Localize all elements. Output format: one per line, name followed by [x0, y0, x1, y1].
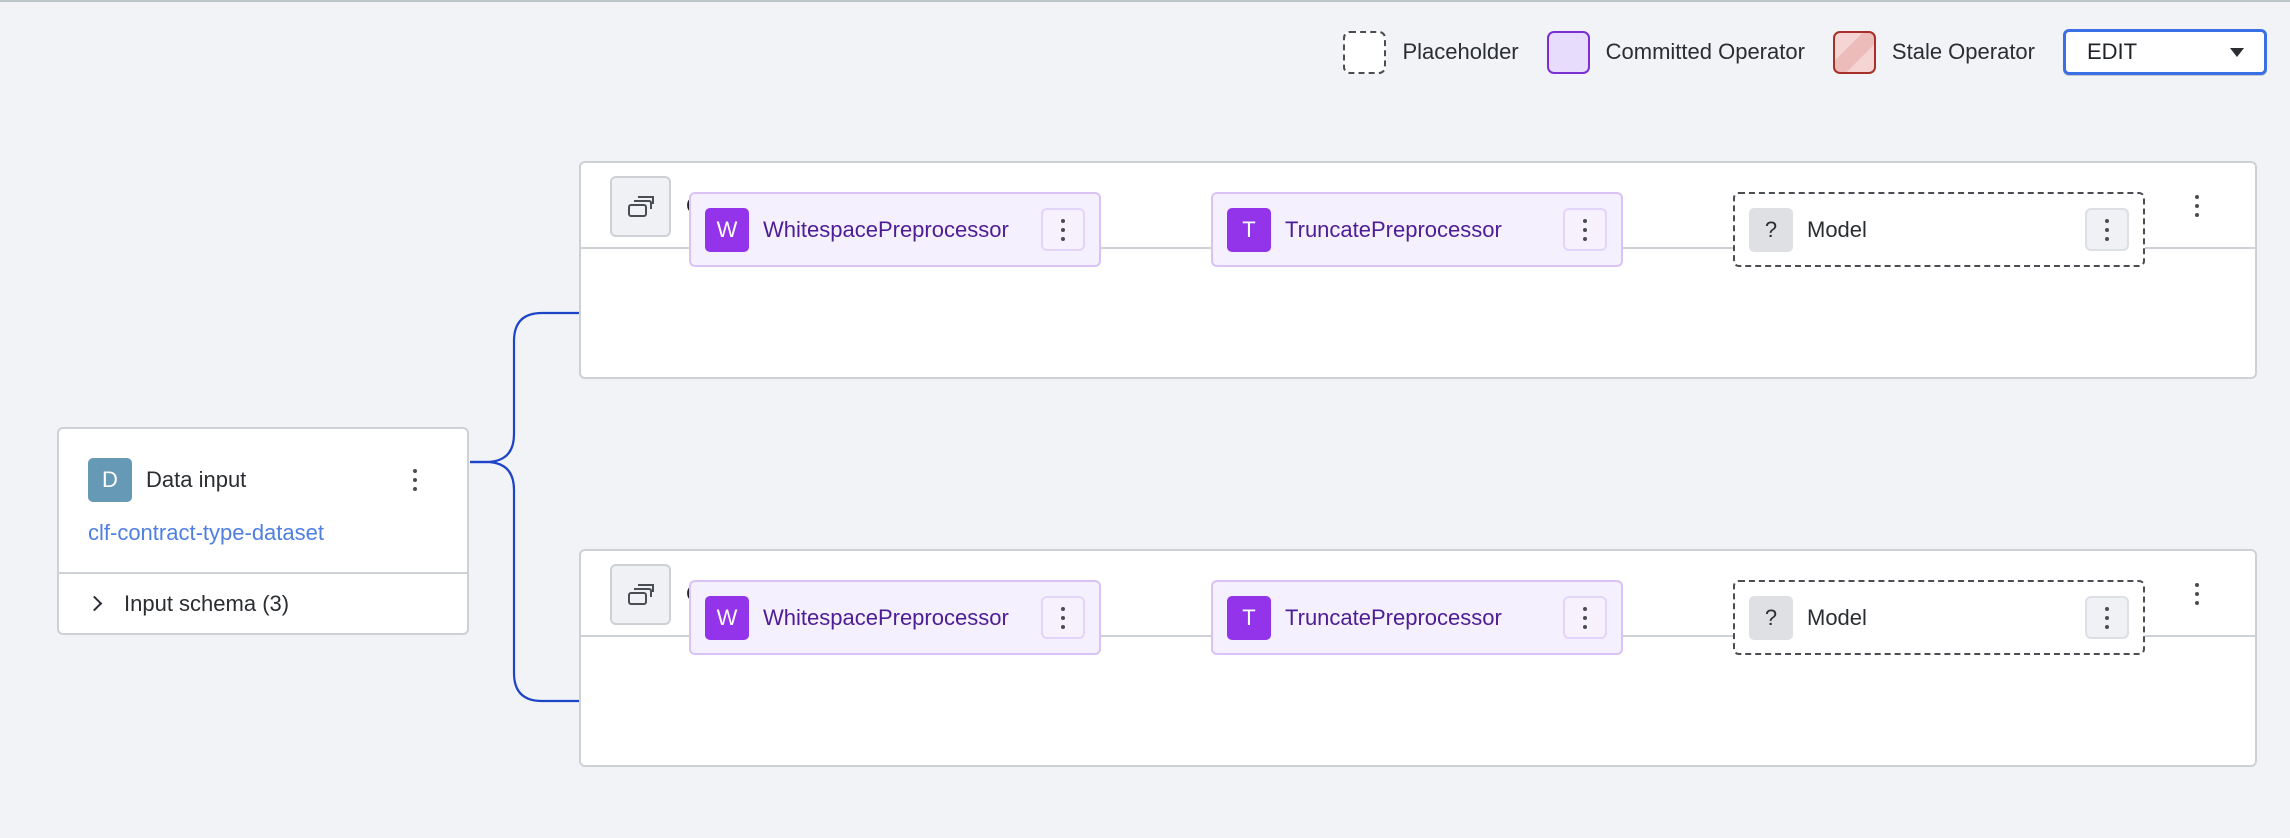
- input-schema-label: Input schema (3): [124, 590, 290, 616]
- operator-name: TruncatePreprocessor: [1285, 604, 1502, 630]
- block-classification-75[interactable]: Classification(Block #75) W WhitespacePr…: [579, 549, 2257, 767]
- operator-badge: W: [705, 595, 749, 640]
- operator-whitespace-preprocessor[interactable]: W WhitespacePreprocessor: [689, 192, 1101, 267]
- question-badge-icon: ?: [1749, 595, 1793, 640]
- operator-menu-button[interactable]: [1041, 208, 1085, 251]
- stack-windows-icon: [627, 195, 654, 217]
- legend-item-stale: Stale Operator: [1832, 30, 2035, 74]
- placeholder-swatch-icon: [1343, 30, 1387, 74]
- operator-model-placeholder[interactable]: ? Model: [1733, 192, 2145, 267]
- operator-truncate-preprocessor[interactable]: T TruncatePreprocessor: [1211, 192, 1623, 267]
- operator-name: WhitespacePreprocessor: [763, 604, 1009, 630]
- data-input-card[interactable]: D Data input clf-contract-type-dataset I…: [57, 427, 469, 635]
- dataset-link[interactable]: clf-contract-type-dataset: [88, 520, 324, 546]
- kebab-icon: [2087, 598, 2127, 637]
- data-input-title: Data input: [146, 467, 247, 492]
- operator-menu-button[interactable]: [1041, 596, 1085, 639]
- operator-menu-button[interactable]: [1563, 596, 1607, 639]
- kebab-icon: [1565, 598, 1605, 637]
- block-stack-button[interactable]: [610, 176, 671, 237]
- kebab-icon: [1043, 598, 1083, 637]
- data-input-badge: D: [88, 458, 132, 502]
- operator-badge: W: [705, 207, 749, 252]
- input-schema-toggle[interactable]: Input schema (3): [59, 574, 467, 633]
- operator-badge: T: [1227, 207, 1271, 252]
- kebab-icon: [1043, 210, 1083, 249]
- operator-whitespace-preprocessor[interactable]: W WhitespacePreprocessor: [689, 580, 1101, 655]
- legend-item-committed: Committed Operator: [1546, 30, 1805, 74]
- operator-menu-button[interactable]: [2085, 208, 2129, 251]
- operator-name: WhitespacePreprocessor: [763, 216, 1009, 242]
- legend-label: Placeholder: [1402, 39, 1519, 64]
- operator-name: Model: [1807, 216, 1867, 242]
- block-menu-icon[interactable]: [2187, 191, 2207, 221]
- data-input-header: D Data input clf-contract-type-dataset: [59, 429, 467, 574]
- operator-badge: T: [1227, 595, 1271, 640]
- block-menu-icon[interactable]: [2187, 579, 2207, 609]
- stack-windows-icon: [627, 583, 654, 605]
- stale-swatch-icon: [1832, 30, 1876, 74]
- kebab-icon: [1565, 210, 1605, 249]
- legend: Placeholder Committed Operator Stale Ope…: [1343, 29, 2267, 75]
- question-badge-icon: ?: [1749, 207, 1793, 252]
- operator-truncate-preprocessor[interactable]: T TruncatePreprocessor: [1211, 580, 1623, 655]
- legend-item-placeholder: Placeholder: [1343, 30, 1519, 74]
- operator-name: Model: [1807, 604, 1867, 630]
- committed-swatch-icon: [1546, 30, 1590, 74]
- caret-down-icon: [2230, 47, 2244, 57]
- operator-name: TruncatePreprocessor: [1285, 216, 1502, 242]
- operator-menu-button[interactable]: [2085, 596, 2129, 639]
- mode-select[interactable]: EDIT: [2063, 29, 2267, 75]
- block-classification-140[interactable]: Classification(Block #140) W WhitespaceP…: [579, 161, 2257, 379]
- data-input-menu-icon[interactable]: [405, 465, 425, 495]
- legend-label: Stale Operator: [1891, 39, 2035, 64]
- mode-select-value: EDIT: [2087, 39, 2138, 64]
- block-stack-button[interactable]: [610, 564, 671, 625]
- operator-menu-button[interactable]: [1563, 208, 1607, 251]
- legend-label: Committed Operator: [1605, 39, 1805, 64]
- kebab-icon: [2087, 210, 2127, 249]
- top-border: [0, 0, 2290, 2]
- operator-model-placeholder[interactable]: ? Model: [1733, 580, 2145, 655]
- chevron-right-icon: [86, 595, 103, 612]
